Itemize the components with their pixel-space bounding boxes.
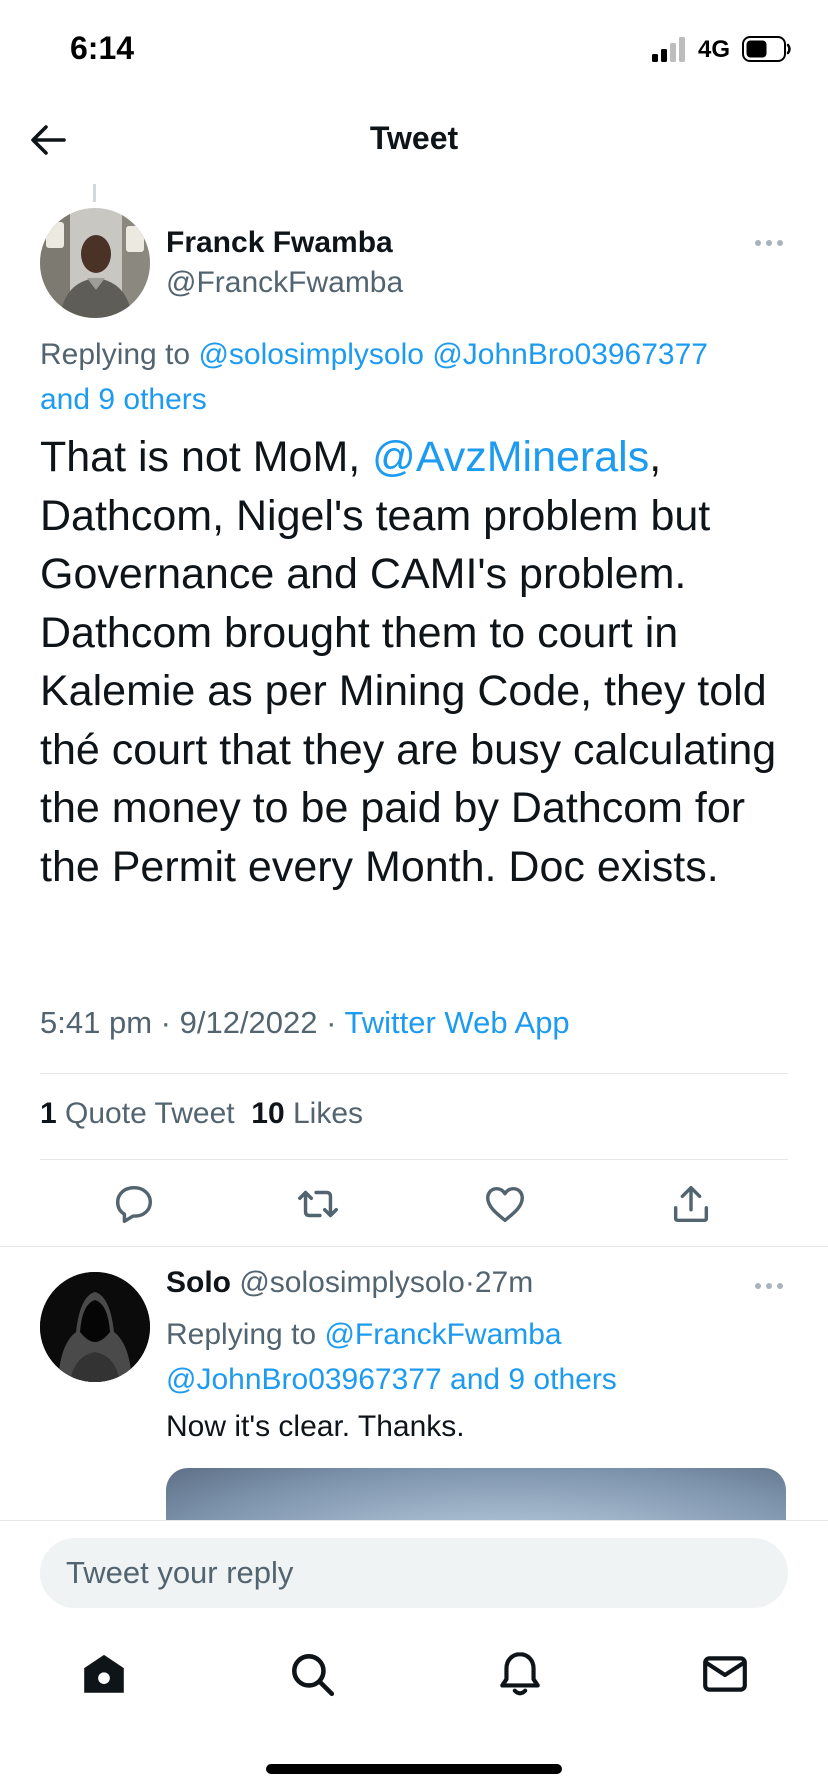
tweet-stats: 1 Quote Tweet 10 Likes xyxy=(40,1097,363,1131)
divider xyxy=(0,1520,828,1521)
network-type: 4G xyxy=(698,36,731,63)
others-link[interactable]: and 9 others xyxy=(450,1363,617,1396)
divider xyxy=(40,1159,788,1160)
author-name[interactable]: Franck Fwamba xyxy=(166,226,393,260)
replying-to: Replying to @solosimplysolo @JohnBro0396… xyxy=(40,332,800,422)
meta-separator: · xyxy=(326,1005,337,1040)
mention-link[interactable]: @solosimplysolo xyxy=(198,338,424,371)
tweet-meta: 5:41 pm · 9/12/2022 · Twitter Web App xyxy=(40,1005,570,1041)
like-heart-icon[interactable] xyxy=(482,1181,528,1227)
like-count[interactable]: 10 xyxy=(251,1097,284,1130)
replying-to: Replying to @FranckFwamba @JohnBro039673… xyxy=(166,1312,786,1402)
quote-count[interactable]: 1 xyxy=(40,1097,57,1130)
battery-icon xyxy=(742,36,791,62)
reply-input[interactable] xyxy=(40,1538,788,1608)
share-icon[interactable] xyxy=(668,1181,714,1227)
avatar[interactable] xyxy=(40,1272,150,1382)
tweet-time: 5:41 pm xyxy=(40,1005,153,1040)
meta-separator: · xyxy=(464,1266,475,1299)
like-label[interactable]: Likes xyxy=(293,1097,363,1130)
author-name[interactable]: Solo xyxy=(166,1266,231,1299)
reply-time: 27m xyxy=(474,1266,534,1299)
author-handle[interactable]: @solosimplysolo xyxy=(239,1266,465,1299)
divider xyxy=(0,1246,828,1247)
messages-mail-icon[interactable] xyxy=(700,1649,750,1699)
tweet-source-link[interactable]: Twitter Web App xyxy=(345,1005,570,1040)
mention-link[interactable]: @FranckFwamba xyxy=(324,1318,561,1351)
thread-connector xyxy=(93,184,96,202)
replying-to-label: Replying to xyxy=(166,1318,317,1351)
reply-icon[interactable] xyxy=(111,1181,157,1227)
avatar[interactable] xyxy=(40,208,150,318)
mention-link[interactable]: @AvzMinerals xyxy=(372,433,649,481)
replying-to-label: Replying to xyxy=(40,338,191,371)
status-time: 6:14 xyxy=(70,30,135,66)
author-handle[interactable]: @FranckFwamba xyxy=(166,266,403,300)
tweet-text-part: That is not MoM, xyxy=(40,433,373,481)
notifications-bell-icon[interactable] xyxy=(495,1649,545,1699)
tweet-date: 9/12/2022 xyxy=(179,1005,318,1040)
tweet-text: That is not MoM, @AvzMinerals, Dathcom, … xyxy=(40,428,800,896)
quote-label[interactable]: Quote Tweet xyxy=(65,1097,235,1130)
mention-link[interactable]: @JohnBro03967377 xyxy=(432,338,708,371)
mention-link[interactable]: @JohnBro03967377 xyxy=(166,1363,442,1396)
reply-text: Now it's clear. Thanks. xyxy=(166,1410,465,1443)
search-icon[interactable] xyxy=(287,1649,337,1699)
tweet-text-part: , Dathcom, Nigel's team problem but Gove… xyxy=(40,433,777,891)
reply-header: Solo @solosimplysolo·27m xyxy=(166,1266,533,1300)
more-options-icon[interactable] xyxy=(754,238,784,248)
meta-separator: · xyxy=(160,1005,171,1040)
home-icon[interactable] xyxy=(79,1649,129,1699)
more-options-icon[interactable] xyxy=(754,1281,784,1291)
divider xyxy=(40,1073,788,1074)
page-title: Tweet xyxy=(369,120,459,156)
home-indicator xyxy=(266,1764,562,1774)
retweet-icon[interactable] xyxy=(295,1181,341,1227)
others-link[interactable]: and 9 others xyxy=(40,383,207,416)
signal-icon xyxy=(652,37,685,62)
